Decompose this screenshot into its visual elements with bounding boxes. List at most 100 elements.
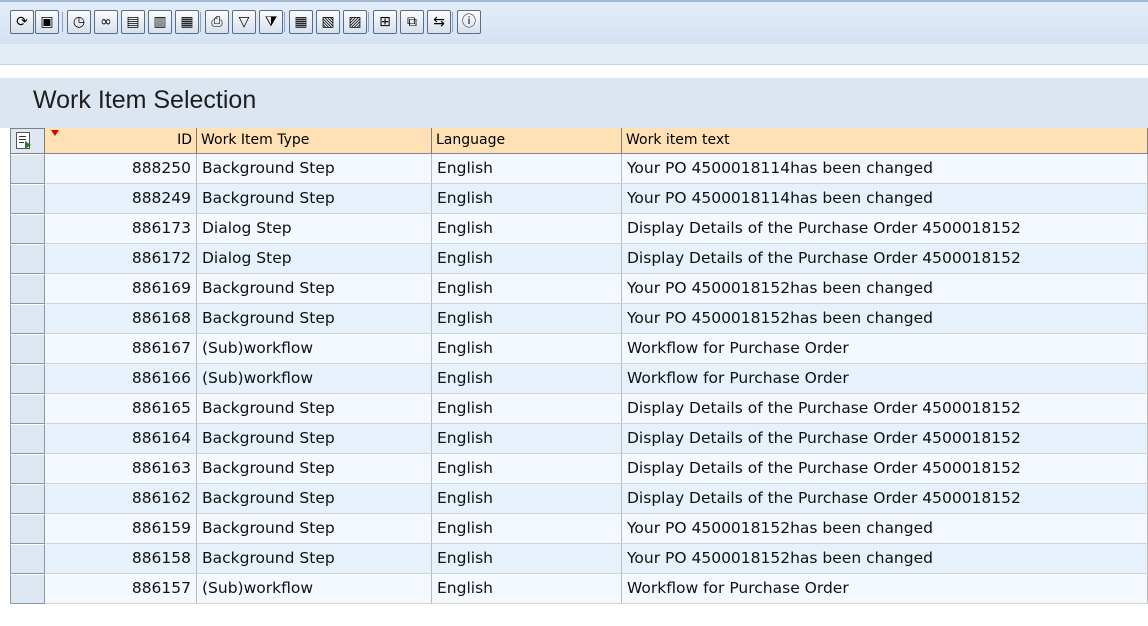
clock-button[interactable]: ◷ — [67, 10, 91, 34]
row-selector[interactable] — [10, 514, 45, 544]
cell-language[interactable]: English — [432, 484, 622, 514]
cell-type[interactable]: Background Step — [197, 454, 432, 484]
document-detail-button[interactable]: ▤ — [121, 10, 145, 34]
row-selector[interactable] — [10, 424, 45, 454]
cell-language[interactable]: English — [432, 304, 622, 334]
cell-text[interactable]: Display Details of the Purchase Order 45… — [622, 424, 1148, 454]
toolbar-separator — [62, 12, 63, 32]
glasses-button[interactable]: ∞ — [94, 10, 118, 34]
cell-text[interactable]: Display Details of the Purchase Order 45… — [622, 454, 1148, 484]
cell-type[interactable]: Background Step — [197, 424, 432, 454]
cell-id[interactable]: 886168 — [45, 304, 197, 334]
cell-language[interactable]: English — [432, 574, 622, 604]
cell-text[interactable]: Your PO 4500018152has been changed — [622, 544, 1148, 574]
select-all-corner[interactable] — [10, 128, 45, 154]
information-button[interactable]: ⓘ — [457, 10, 481, 34]
cell-language[interactable]: English — [432, 544, 622, 574]
cell-type[interactable]: Background Step — [197, 484, 432, 514]
cell-language[interactable]: English — [432, 214, 622, 244]
cell-type[interactable]: Dialog Step — [197, 244, 432, 274]
row-selector[interactable] — [10, 304, 45, 334]
print-button[interactable]: ⎙ — [205, 10, 229, 34]
row-selector[interactable] — [10, 154, 45, 184]
add-column-button[interactable]: ▧ — [316, 10, 340, 34]
cell-text[interactable]: Display Details of the Purchase Order 45… — [622, 394, 1148, 424]
cell-type[interactable]: Background Step — [197, 544, 432, 574]
remove-column-button[interactable]: ▨ — [343, 10, 367, 34]
cell-text[interactable]: Your PO 4500018152has been changed — [622, 304, 1148, 334]
cell-id[interactable]: 886167 — [45, 334, 197, 364]
row-selector[interactable] — [10, 484, 45, 514]
cell-type[interactable]: Background Step — [197, 154, 432, 184]
row-selector[interactable] — [10, 244, 45, 274]
cell-type[interactable]: Background Step — [197, 184, 432, 214]
cell-type[interactable]: Background Step — [197, 304, 432, 334]
cell-text[interactable]: Display Details of the Purchase Order 45… — [622, 244, 1148, 274]
cell-language[interactable]: English — [432, 154, 622, 184]
cell-language[interactable]: English — [432, 334, 622, 364]
row-selector[interactable] — [10, 574, 45, 604]
cell-id[interactable]: 886166 — [45, 364, 197, 394]
cell-id[interactable]: 886164 — [45, 424, 197, 454]
cell-type[interactable]: Background Step — [197, 274, 432, 304]
cell-id[interactable]: 886162 — [45, 484, 197, 514]
cell-id[interactable]: 886173 — [45, 214, 197, 244]
cell-language[interactable]: English — [432, 394, 622, 424]
cell-text[interactable]: Your PO 4500018152has been changed — [622, 274, 1148, 304]
refresh-button[interactable]: ⟳ — [10, 10, 34, 34]
cell-type[interactable]: Background Step — [197, 514, 432, 544]
filter-button[interactable]: ⧩ — [259, 10, 283, 34]
cell-language[interactable]: English — [432, 184, 622, 214]
cell-id[interactable]: 886172 — [45, 244, 197, 274]
column-header-work-item-text[interactable]: Work item text — [622, 128, 1148, 154]
print-icon: ⎙ — [211, 14, 223, 30]
clipboard-button[interactable]: ▦ — [175, 10, 199, 34]
column-header-language[interactable]: Language — [432, 128, 622, 154]
cell-language[interactable]: English — [432, 244, 622, 274]
cell-language[interactable]: English — [432, 424, 622, 454]
cell-id[interactable]: 888249 — [45, 184, 197, 214]
cell-id[interactable]: 886158 — [45, 544, 197, 574]
row-selector[interactable] — [10, 364, 45, 394]
cell-language[interactable]: English — [432, 514, 622, 544]
cell-text[interactable]: Your PO 4500018152has been changed — [622, 514, 1148, 544]
transfer-button[interactable]: ⇆ — [427, 10, 451, 34]
row-selector[interactable] — [10, 334, 45, 364]
cell-text[interactable]: Workflow for Purchase Order — [622, 364, 1148, 394]
cell-type[interactable]: (Sub)workflow — [197, 574, 432, 604]
cell-type[interactable]: Background Step — [197, 394, 432, 424]
export-button[interactable]: ⊞ — [373, 10, 397, 34]
sort-filter-button[interactable]: ▽ — [232, 10, 256, 34]
cell-text[interactable]: Your PO 4500018114has been changed — [622, 154, 1148, 184]
cell-text[interactable]: Display Details of the Purchase Order 45… — [622, 214, 1148, 244]
row-selector[interactable] — [10, 274, 45, 304]
sort-filter-icon: ▽ — [238, 14, 250, 30]
save-layout-button[interactable]: ▣ — [35, 10, 59, 34]
cell-text[interactable]: Workflow for Purchase Order — [622, 334, 1148, 364]
cell-id[interactable]: 886157 — [45, 574, 197, 604]
cell-id[interactable]: 886165 — [45, 394, 197, 424]
cell-language[interactable]: English — [432, 274, 622, 304]
cell-type[interactable]: (Sub)workflow — [197, 334, 432, 364]
cell-id[interactable]: 886163 — [45, 454, 197, 484]
cell-text[interactable]: Your PO 4500018114has been changed — [622, 184, 1148, 214]
cell-text[interactable]: Display Details of the Purchase Order 45… — [622, 484, 1148, 514]
row-selector[interactable] — [10, 454, 45, 484]
column-header-work-item-type[interactable]: Work Item Type — [197, 128, 432, 154]
column-header-id[interactable]: ID — [45, 128, 197, 154]
row-selector[interactable] — [10, 214, 45, 244]
cell-language[interactable]: English — [432, 454, 622, 484]
cell-id[interactable]: 886159 — [45, 514, 197, 544]
cell-type[interactable]: (Sub)workflow — [197, 364, 432, 394]
row-selector[interactable] — [10, 184, 45, 214]
spreadsheet-button[interactable]: ⧉ — [400, 10, 424, 34]
cell-type[interactable]: Dialog Step — [197, 214, 432, 244]
cell-language[interactable]: English — [432, 364, 622, 394]
cell-id[interactable]: 888250 — [45, 154, 197, 184]
grid-layout-button[interactable]: ▦ — [289, 10, 313, 34]
cell-text[interactable]: Workflow for Purchase Order — [622, 574, 1148, 604]
row-selector[interactable] — [10, 394, 45, 424]
attachment-button[interactable]: ▥ — [148, 10, 172, 34]
cell-id[interactable]: 886169 — [45, 274, 197, 304]
row-selector[interactable] — [10, 544, 45, 574]
